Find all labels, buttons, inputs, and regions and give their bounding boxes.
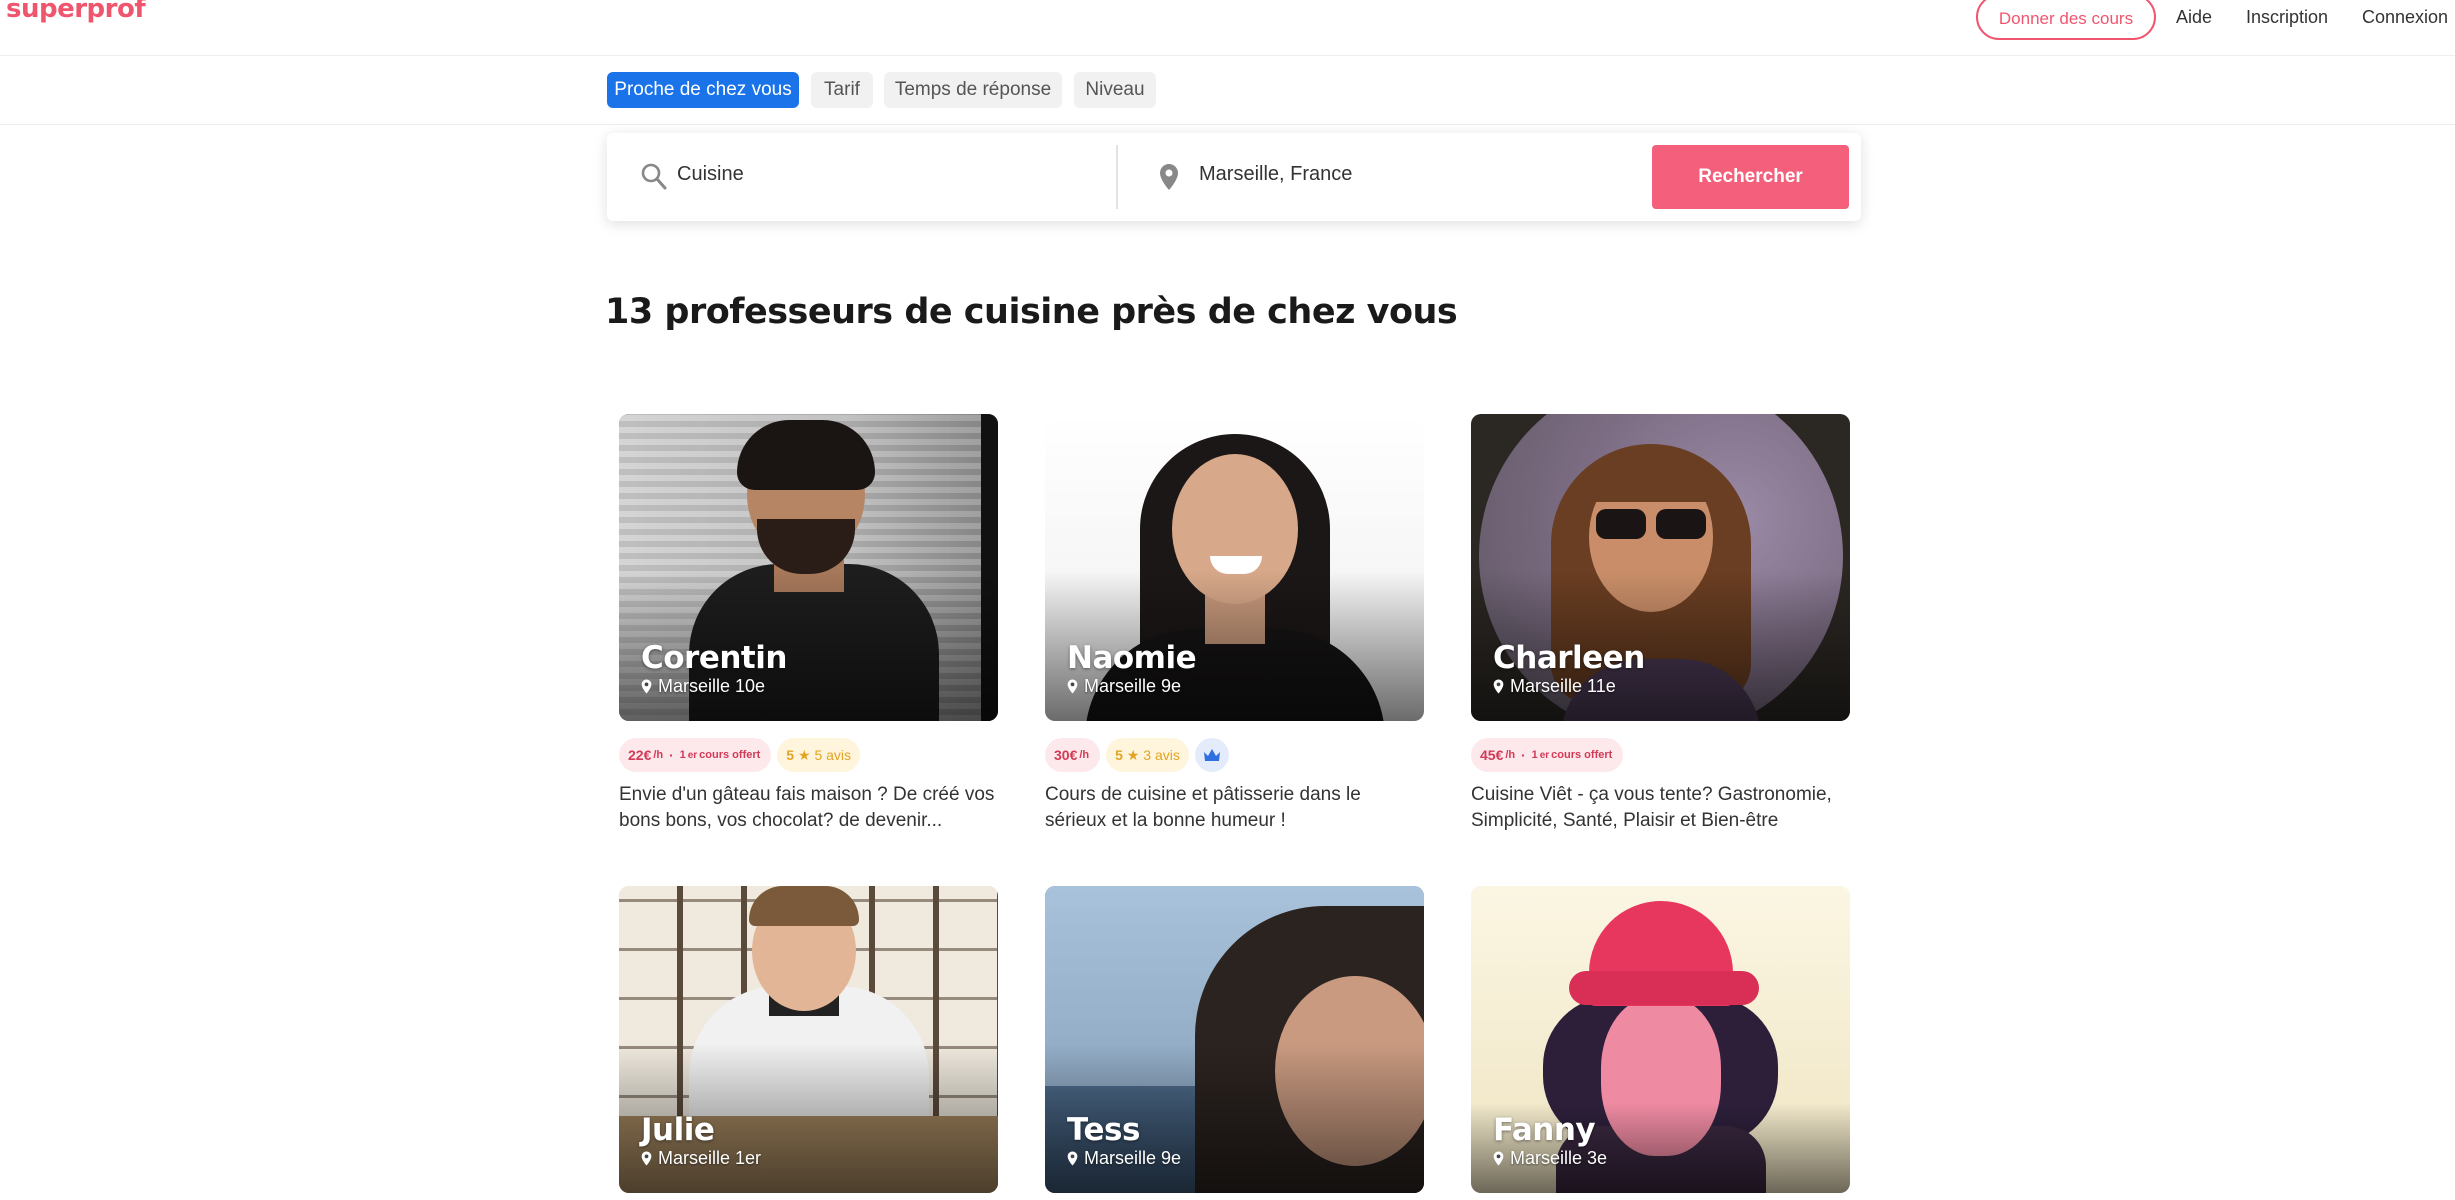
login-link[interactable]: Connexion [2362, 7, 2448, 28]
first-lesson-number: 1 [679, 749, 686, 761]
search-button[interactable]: Rechercher [1652, 145, 1849, 209]
rating-value: 5 [786, 747, 795, 763]
location-pin-icon [1067, 1151, 1078, 1166]
teacher-photo[interactable]: Corentin Marseille 10e [619, 414, 998, 721]
price-unit: /h [1505, 749, 1516, 761]
rating-badge: 5 ★ 5 avis [777, 738, 861, 772]
search-icon [641, 163, 667, 196]
first-lesson-text: cours offert [699, 749, 761, 761]
teacher-location-label: Marseille 9e [1084, 1148, 1182, 1168]
filters-bar [0, 57, 2455, 125]
price-value: 30€ [1054, 747, 1078, 763]
teacher-name: Naomie [1067, 640, 1197, 676]
review-count: 3 avis [1143, 747, 1180, 763]
teacher-location-label: Marseille 1er [658, 1148, 762, 1168]
teacher-location: Marseille 9e [1067, 676, 1181, 697]
price-badge: 22€/h · 1 er cours offert [619, 738, 772, 772]
teacher-photo[interactable]: Tess Marseille 9e [1045, 886, 1424, 1193]
search-divider [1116, 145, 1118, 209]
price-value: 45€ [1480, 747, 1504, 763]
ambassador-badge[interactable] [1194, 738, 1229, 772]
teacher-name: Julie [641, 1112, 715, 1148]
teacher-badges: 22€/h · 1 er cours offert 5 ★ 5 avis [619, 738, 861, 772]
price-value: 22€ [628, 747, 652, 763]
location-pin-icon [1493, 1151, 1504, 1166]
rating-badge: 5 ★ 3 avis [1106, 738, 1189, 772]
review-count: 5 avis [814, 747, 852, 763]
superprof-logo[interactable]: superprof [6, 0, 146, 24]
price-unit: /h [653, 749, 664, 761]
price-badge: 45€/h · 1 er cours offert [1471, 738, 1624, 772]
teacher-location: Marseille 9e [1067, 1148, 1181, 1169]
teacher-location: Marseille 3e [1493, 1148, 1607, 1169]
location-pin-icon [1493, 679, 1504, 694]
teacher-name: Charleen [1493, 640, 1645, 676]
location-pin-icon [641, 679, 652, 694]
star-icon: ★ [797, 746, 811, 763]
signup-link[interactable]: Inscription [2246, 7, 2328, 28]
teacher-photo[interactable]: Naomie Marseille 9e [1045, 414, 1424, 721]
filter-nearby[interactable]: Proche de chez vous [607, 72, 799, 108]
give-lessons-button[interactable]: Donner des cours [1976, 0, 2156, 40]
first-lesson-suffix: er [1539, 749, 1550, 761]
teacher-photo[interactable]: Charleen Marseille 11e [1471, 414, 1850, 721]
teacher-location-label: Marseille 3e [1510, 1148, 1608, 1168]
top-navigation: superprof Donner des cours Aide Inscript… [0, 0, 2455, 56]
teacher-description: Envie d'un gâteau fais maison ? De créé … [619, 784, 995, 831]
search-bar: Cuisine Marseille, France Rechercher [607, 133, 1861, 221]
teacher-location: Marseille 11e [1493, 676, 1616, 697]
location-input[interactable]: Marseille, France [1199, 163, 1352, 186]
help-link[interactable]: Aide [2176, 7, 2212, 28]
teacher-name: Fanny [1493, 1112, 1596, 1148]
teacher-badges: 45€/h · 1 er cours offert [1471, 738, 1624, 772]
filter-level[interactable]: Niveau [1074, 72, 1156, 108]
teacher-name: Tess [1067, 1112, 1140, 1148]
teacher-location-label: Marseille 11e [1510, 676, 1616, 696]
first-lesson-text: cours offert [1551, 749, 1613, 761]
location-pin-icon [1159, 163, 1179, 196]
teacher-location: Marseille 1er [641, 1148, 761, 1169]
rating-value: 5 [1115, 747, 1123, 763]
teacher-location: Marseille 10e [641, 676, 765, 697]
star-icon: ★ [1126, 746, 1140, 763]
price-unit: /h [1079, 749, 1090, 761]
first-lesson-suffix: er [687, 749, 698, 761]
location-pin-icon [1067, 679, 1078, 694]
teacher-photo[interactable]: Julie Marseille 1er [619, 886, 998, 1193]
teacher-photo[interactable]: Fanny Marseille 3e [1471, 886, 1850, 1193]
crown-icon [1203, 749, 1220, 761]
teacher-location-label: Marseille 10e [658, 676, 766, 696]
page-title: 13 professeurs de cuisine près de chez v… [605, 292, 1458, 332]
teacher-badges: 30€/h 5 ★ 3 avis [1045, 738, 1229, 772]
teacher-name: Corentin [641, 640, 787, 676]
subject-input[interactable]: Cuisine [677, 163, 744, 186]
price-badge: 30€/h [1045, 738, 1101, 772]
teacher-description: Cours de cuisine et pâtisserie dans le s… [1045, 784, 1361, 831]
first-lesson-number: 1 [1531, 749, 1538, 761]
teacher-description: Cuisine Viêt - ça vous tente? Gastronomi… [1471, 784, 1832, 831]
filter-response-time[interactable]: Temps de réponse [884, 72, 1062, 108]
teacher-location-label: Marseille 9e [1084, 676, 1182, 696]
filter-price[interactable]: Tarif [811, 72, 873, 108]
location-pin-icon [641, 1151, 652, 1166]
